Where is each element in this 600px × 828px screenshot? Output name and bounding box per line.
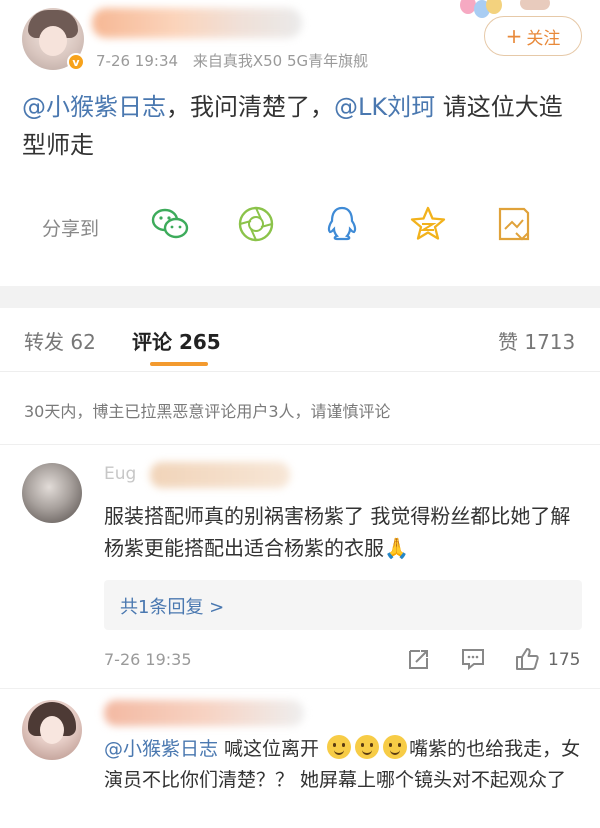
tab-comments[interactable]: 评论 265	[132, 326, 221, 355]
follow-button[interactable]: + 关注	[484, 16, 582, 56]
section-divider	[0, 286, 600, 308]
moments-icon[interactable]	[236, 204, 276, 244]
active-tab-indicator	[150, 362, 208, 366]
commenter-name[interactable]: Eug	[104, 464, 136, 484]
decorative-balloons	[458, 0, 598, 18]
smile-emoji-icon	[355, 735, 380, 759]
commenter-name-blurred[interactable]	[104, 700, 304, 726]
mention-link[interactable]: @LK刘珂	[334, 93, 435, 121]
comment-notice: 30天内，博主已拉黑恶意评论用户3人，请谨慎评论	[24, 402, 391, 421]
commenter-avatar[interactable]	[22, 700, 82, 760]
mention-link[interactable]: @小猴紫日志	[104, 738, 218, 760]
reply-box[interactable]: 共1条回复 >	[104, 580, 582, 630]
divider	[0, 444, 600, 445]
wechat-icon[interactable]	[150, 204, 190, 244]
save-image-icon[interactable]	[494, 204, 534, 244]
comment-text: @小猴紫日志 喊这位离开 嘴紫的也给我走，女演员不比你们清楚？？ 她屏幕上哪个镜…	[104, 734, 582, 796]
balloon-icon	[486, 0, 502, 14]
smile-emoji-icon	[327, 735, 352, 759]
qq-icon[interactable]	[322, 204, 362, 244]
follow-label: 关注	[526, 28, 561, 49]
comment-text: 服装搭配师真的别祸害杨紫了 我觉得粉丝都比她了解杨紫更能搭配出适合杨紫的衣服🙏	[104, 504, 571, 560]
post-meta: 7-26 19:34 来自真我X50 5G青年旗舰	[96, 50, 368, 71]
commenter-name-blurred	[150, 462, 290, 488]
post-tabs: 转发 62 评论 265 赞 1713	[0, 308, 600, 372]
post-text: @小猴紫日志，我问清楚了，@LK刘珂 请这位大造型师走	[22, 88, 582, 164]
like-icon[interactable]	[512, 644, 542, 674]
share-label: 分享到	[42, 218, 100, 240]
plus-icon: +	[505, 24, 523, 48]
share-row: 分享到	[0, 200, 600, 256]
avatar-face	[39, 26, 67, 56]
comment-text-part: 喊这位离开	[218, 738, 320, 760]
weibo-post: v 7-26 19:34 来自真我X50 5G青年旗舰 + 关注 @小猴紫日志，…	[0, 0, 600, 286]
qzone-icon[interactable]	[408, 204, 448, 244]
divider	[0, 688, 600, 689]
view-replies-link[interactable]: 共1条回复 >	[120, 593, 224, 619]
smile-emoji-icon	[383, 735, 408, 759]
avatar-face	[40, 716, 64, 744]
post-source: 来自真我X50 5G青年旗舰	[192, 52, 369, 70]
post-time: 7-26 19:34	[96, 52, 179, 70]
verified-badge-icon: v	[67, 53, 85, 71]
post-text-part: ，我问清楚了，	[166, 93, 334, 121]
mention-link[interactable]: @小猴紫日志	[22, 93, 166, 121]
tab-repost[interactable]: 转发 62	[24, 326, 96, 355]
author-name-blurred[interactable]	[92, 8, 302, 38]
decor-face-icon	[520, 0, 550, 10]
tab-likes[interactable]: 赞 1713	[498, 326, 575, 355]
reply-comment-icon[interactable]	[458, 644, 488, 674]
commenter-avatar[interactable]	[22, 463, 82, 523]
comment-time: 7-26 19:35	[104, 650, 192, 669]
share-comment-icon[interactable]	[404, 644, 434, 674]
like-count: 175	[548, 650, 581, 670]
